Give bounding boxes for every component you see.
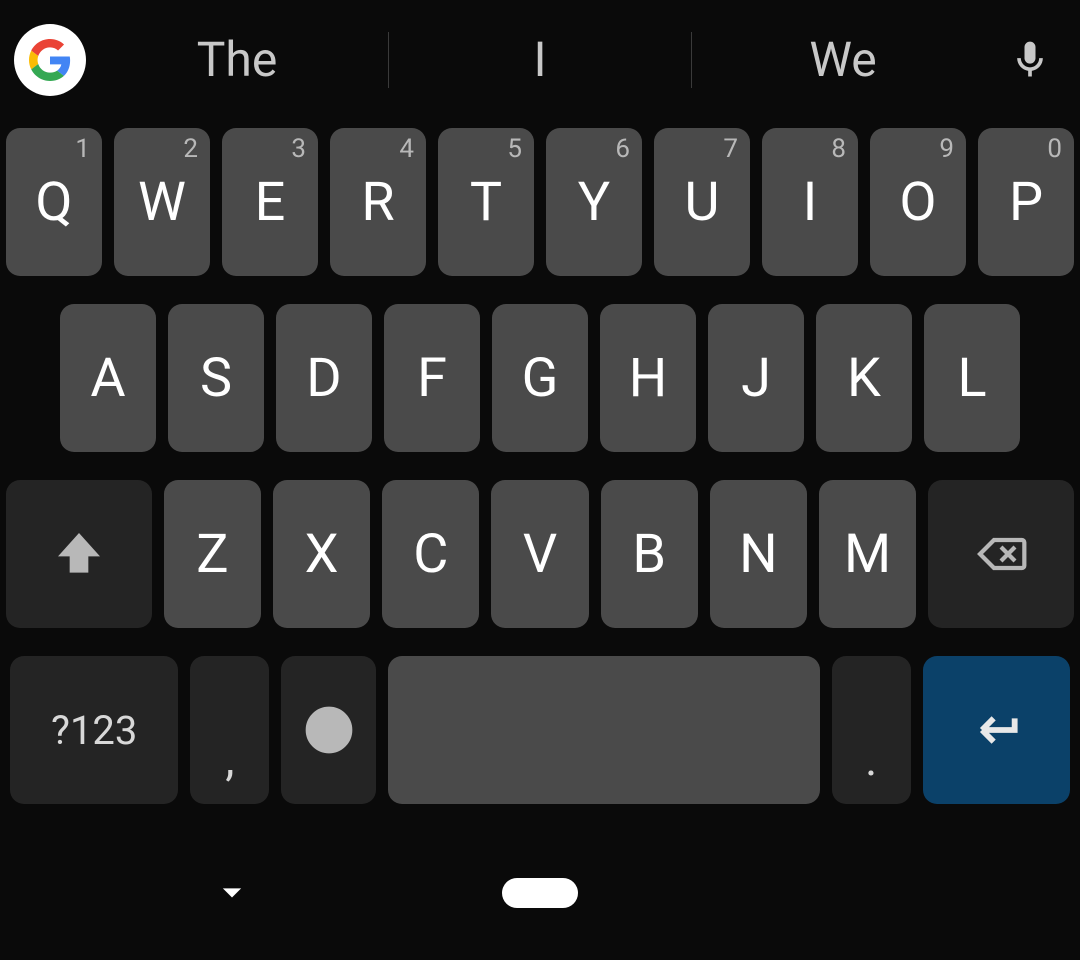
key-z[interactable]: Z — [164, 480, 261, 628]
key-c[interactable]: C — [382, 480, 479, 628]
suggestion-3[interactable]: We — [692, 20, 994, 100]
key-d[interactable]: D — [276, 304, 372, 452]
shift-key[interactable] — [6, 480, 152, 628]
key-k[interactable]: K — [816, 304, 912, 452]
google-logo-icon[interactable] — [14, 24, 86, 96]
suggestions: The I We — [86, 20, 994, 100]
key-row-4: ?123 , . — [6, 656, 1074, 804]
nav-back-icon[interactable] — [210, 870, 254, 918]
suggestion-strip: The I We — [0, 0, 1080, 120]
key-row-3: ZXCVBNM — [6, 480, 1074, 628]
enter-key[interactable] — [923, 656, 1070, 804]
key-w[interactable]: 2W — [114, 128, 210, 276]
key-p[interactable]: 0P — [978, 128, 1074, 276]
key-row-2: ASDFGHJKL — [6, 304, 1074, 452]
comma-key[interactable]: , — [190, 656, 269, 804]
key-j[interactable]: J — [708, 304, 804, 452]
nav-bar — [0, 850, 1080, 960]
key-r[interactable]: 4R — [330, 128, 426, 276]
key-row-1: 1Q2W3E4R5T6Y7U8I9O0P — [6, 128, 1074, 276]
emoji-key[interactable] — [281, 656, 376, 804]
key-i[interactable]: 8I — [762, 128, 858, 276]
key-h[interactable]: H — [600, 304, 696, 452]
suggestion-2[interactable]: I — [389, 20, 691, 100]
mic-icon[interactable] — [994, 24, 1066, 96]
key-m[interactable]: M — [819, 480, 916, 628]
backspace-key[interactable] — [928, 480, 1074, 628]
key-b[interactable]: B — [601, 480, 698, 628]
key-y[interactable]: 6Y — [546, 128, 642, 276]
key-u[interactable]: 7U — [654, 128, 750, 276]
nav-home-icon[interactable] — [502, 878, 578, 908]
space-key[interactable] — [388, 656, 820, 804]
key-t[interactable]: 5T — [438, 128, 534, 276]
key-o[interactable]: 9O — [870, 128, 966, 276]
symbols-key[interactable]: ?123 — [10, 656, 178, 804]
key-n[interactable]: N — [710, 480, 807, 628]
key-x[interactable]: X — [273, 480, 370, 628]
key-g[interactable]: G — [492, 304, 588, 452]
key-a[interactable]: A — [60, 304, 156, 452]
key-s[interactable]: S — [168, 304, 264, 452]
key-v[interactable]: V — [491, 480, 588, 628]
key-f[interactable]: F — [384, 304, 480, 452]
suggestion-1[interactable]: The — [86, 20, 388, 100]
key-q[interactable]: 1Q — [6, 128, 102, 276]
period-key[interactable]: . — [832, 656, 911, 804]
keyboard: 1Q2W3E4R5T6Y7U8I9O0P ASDFGHJKL ZXCVBNM ?… — [0, 120, 1080, 804]
key-l[interactable]: L — [924, 304, 1020, 452]
key-e[interactable]: 3E — [222, 128, 318, 276]
